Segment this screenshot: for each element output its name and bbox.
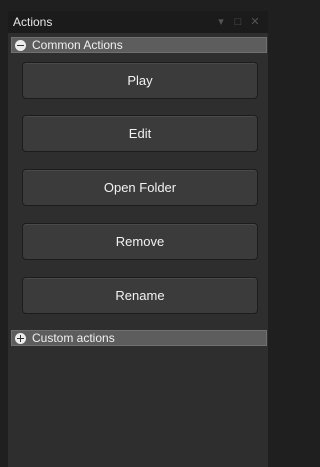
section-label-common-actions: Common Actions	[32, 38, 123, 52]
expand-icon[interactable]	[15, 332, 26, 344]
edit-button[interactable]: Edit	[22, 115, 258, 152]
section-label-custom-actions: Custom actions	[32, 331, 115, 345]
dropdown-icon[interactable]: ▾	[216, 16, 226, 27]
close-icon[interactable]: ✕	[250, 16, 260, 27]
maximize-icon[interactable]: □	[233, 16, 243, 27]
section-header-custom-actions[interactable]: Custom actions	[11, 330, 267, 346]
actions-panel: Actions ▾ □ ✕ Common Actions Play Edit O…	[8, 11, 268, 467]
remove-button[interactable]: Remove	[22, 223, 258, 260]
play-button[interactable]: Play	[22, 62, 258, 99]
panel-title: Actions	[13, 15, 53, 29]
rename-button[interactable]: Rename	[22, 277, 258, 314]
collapse-icon[interactable]	[15, 39, 26, 51]
open-folder-button[interactable]: Open Folder	[22, 169, 258, 206]
window-controls: ▾ □ ✕	[216, 16, 268, 27]
panel-titlebar[interactable]: Actions ▾ □ ✕	[8, 11, 268, 33]
section-header-common-actions[interactable]: Common Actions	[11, 37, 267, 53]
